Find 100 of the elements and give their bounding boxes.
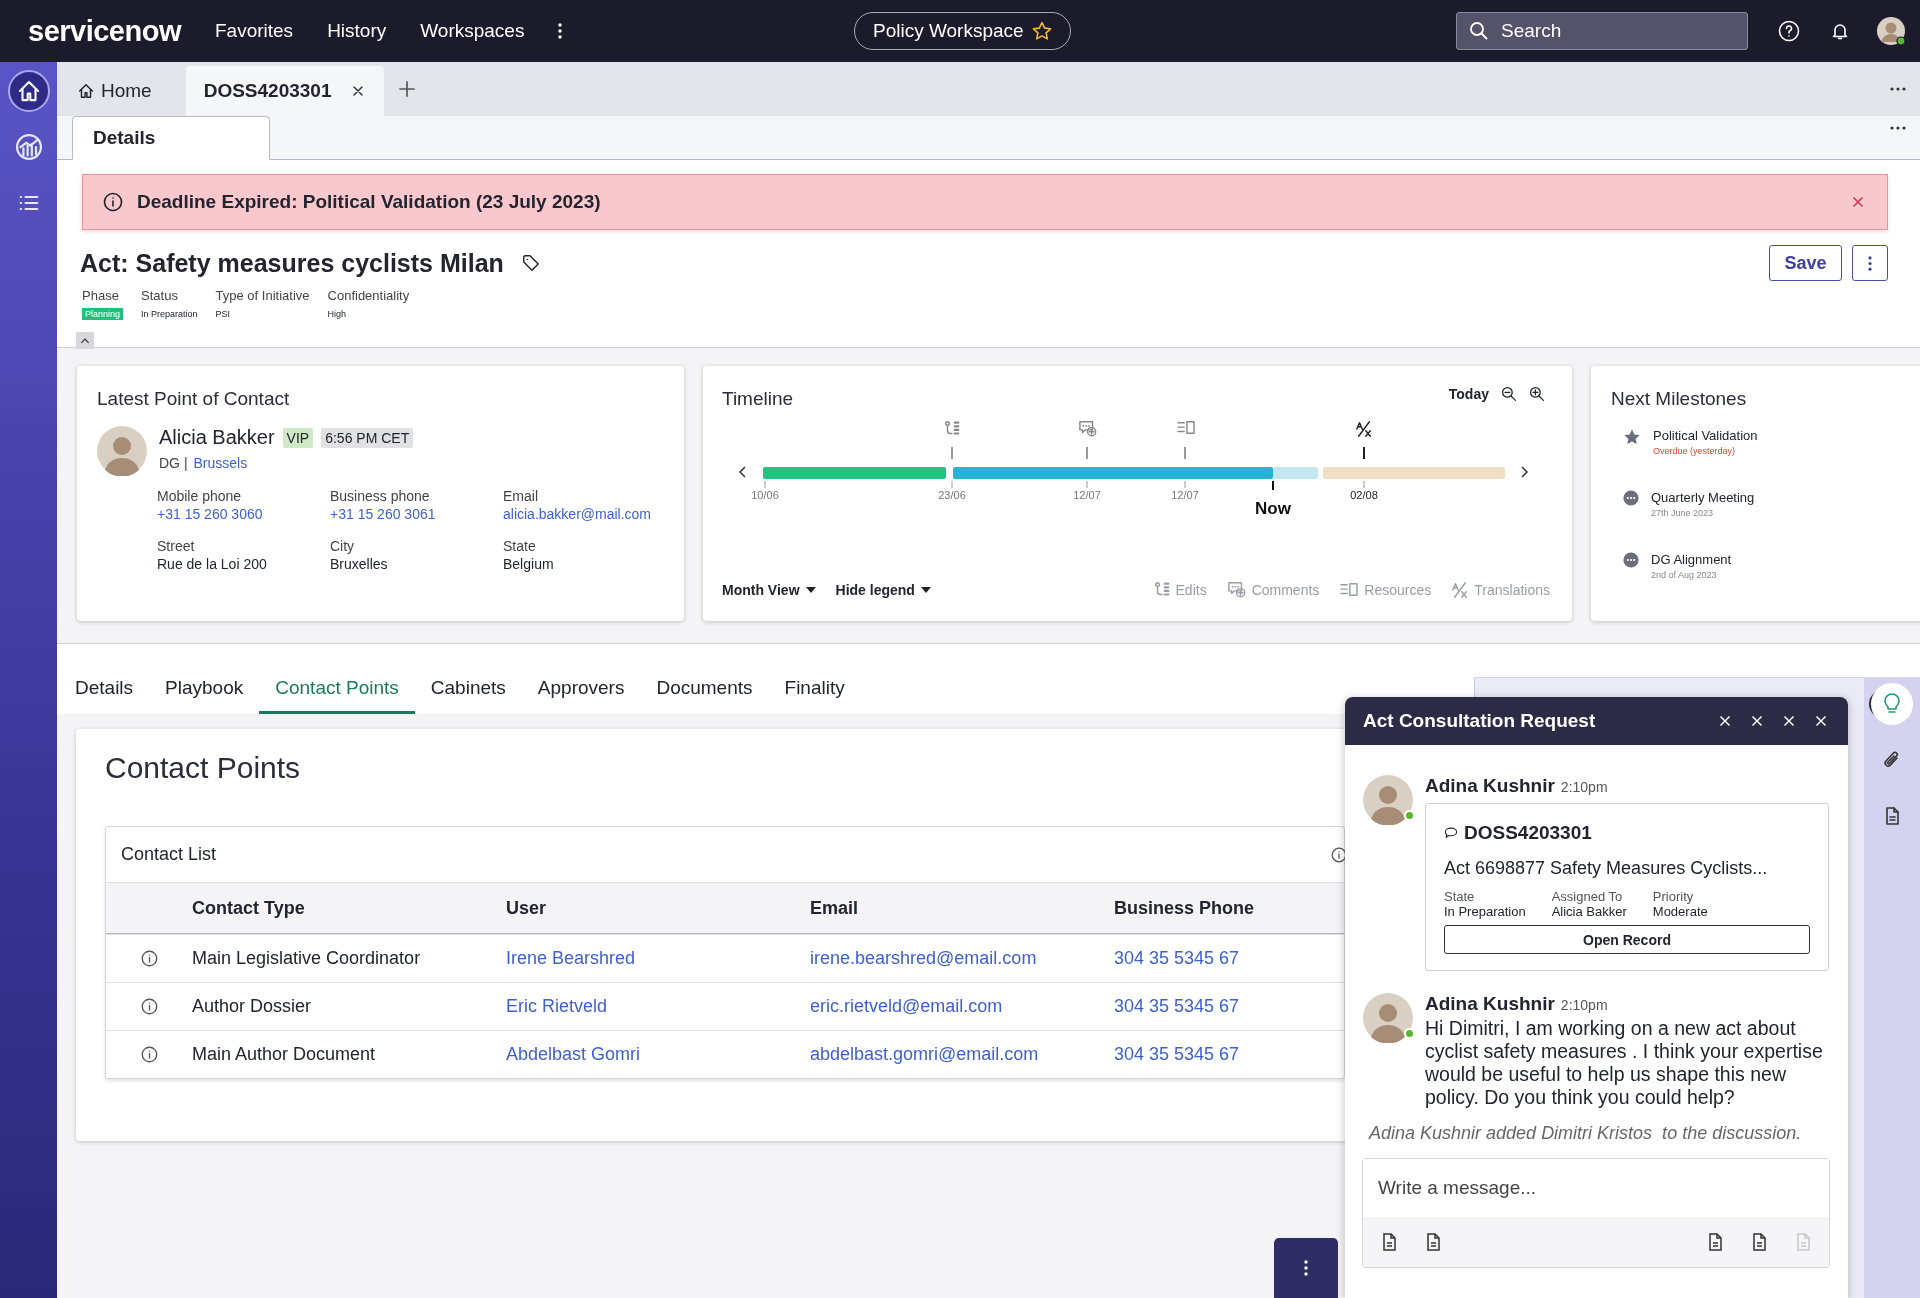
logo[interactable]: servicenow <box>28 14 181 48</box>
phone-link[interactable]: 304 35 5345 67 <box>1104 996 1344 1017</box>
card-title: Latest Point of Contact <box>97 388 290 409</box>
milestone-name[interactable]: Political Validation <box>1653 428 1758 443</box>
open-record-button[interactable]: Open Record <box>1444 925 1810 954</box>
tab[interactable]: Details <box>72 116 270 160</box>
event-icon <box>945 421 959 434</box>
user-avatar[interactable] <box>1876 16 1906 46</box>
kebab-icon <box>1868 255 1872 271</box>
nav-link[interactable]: Workspaces <box>420 20 525 42</box>
info-icon[interactable] <box>140 950 158 967</box>
previous-icon[interactable] <box>738 466 746 478</box>
home-icon <box>77 82 95 100</box>
event-icon <box>1079 421 1096 436</box>
tab[interactable]: DOSS4203301 <box>185 66 384 116</box>
event-marker <box>1086 446 1088 460</box>
milestone-date: Overdue (yesterday) <box>1653 446 1737 456</box>
tab[interactable]: Home <box>57 66 172 116</box>
field-label: Assigned To <box>1551 889 1624 904</box>
field-label: City <box>330 538 356 554</box>
field-label: Phase <box>82 288 120 303</box>
legend-toggle[interactable]: Hide legend <box>835 582 931 598</box>
more-icon <box>1623 490 1639 506</box>
tab[interactable]: Approvers <box>521 677 641 714</box>
legend-icon <box>1226 581 1247 599</box>
help-icon[interactable] <box>1778 20 1800 42</box>
caret-icon <box>920 586 931 594</box>
event-marker <box>1184 446 1186 460</box>
lightbulb-icon <box>1882 693 1902 715</box>
today-button[interactable]: Today <box>1448 386 1489 402</box>
info-icon[interactable] <box>140 998 158 1015</box>
user-link[interactable]: Irene Bearshred <box>496 948 800 969</box>
more-menu-button[interactable] <box>558 23 563 39</box>
more-button[interactable] <box>1890 87 1906 91</box>
avatar <box>97 426 147 476</box>
phone-link[interactable]: 304 35 5345 67 <box>1104 1044 1344 1065</box>
sidebar-button[interactable] <box>7 70 50 112</box>
tick-mark <box>764 480 766 489</box>
search-input[interactable]: Search <box>1499 19 1729 43</box>
search-field[interactable]: Search <box>1456 12 1748 50</box>
message-composer[interactable]: Write a message... <box>1362 1158 1830 1268</box>
event-icon <box>1356 421 1371 437</box>
search-icon <box>1469 21 1489 41</box>
contact-link[interactable]: +31 15 260 3061 <box>330 506 503 522</box>
contact-link[interactable]: +31 15 260 3060 <box>157 506 330 522</box>
tab[interactable]: Documents <box>640 677 769 714</box>
zoom-out-icon[interactable] <box>1501 386 1517 402</box>
tab[interactable]: Cabinets <box>414 677 522 714</box>
zoom-in-icon[interactable] <box>1529 386 1545 402</box>
contact-link[interactable]: alicia.bakker@mail.com <box>503 506 683 522</box>
location-link[interactable]: Brussels <box>193 455 248 471</box>
more-button[interactable] <box>1852 245 1888 281</box>
table-cell-text: Author Dossier <box>192 996 313 1017</box>
more-button[interactable] <box>1890 125 1906 130</box>
view-dropdown[interactable]: Month View <box>722 582 816 598</box>
tab[interactable]: Details <box>59 677 150 714</box>
email-link[interactable]: eric.rietveld@email.com <box>800 996 1104 1017</box>
collapse-button[interactable] <box>76 332 94 349</box>
phase-badge: Planning <box>82 308 124 320</box>
system-note: Adina Kushnir added Dimitri Kristos to the discussion. <box>1367 1123 1803 1144</box>
save-button[interactable]: Save <box>1769 245 1842 281</box>
field-value: Moderate <box>1652 904 1708 919</box>
now-label: Now <box>1255 499 1291 518</box>
milestone-name[interactable]: Quarterly Meeting <box>1651 490 1755 505</box>
field-label: State <box>1444 889 1476 904</box>
legend-label: Edits <box>1175 582 1207 598</box>
avatar <box>1363 775 1413 825</box>
field-label: Business phone <box>330 488 431 504</box>
tab[interactable]: Finality <box>768 677 861 714</box>
field-value: Bruxelles <box>330 556 389 572</box>
milestone-name[interactable]: DG Alignment <box>1651 552 1732 567</box>
bell-icon[interactable] <box>1830 21 1850 41</box>
user-link[interactable]: Eric Rietveld <box>496 996 800 1017</box>
date-label: 23/06 <box>938 489 966 501</box>
email-link[interactable]: irene.bearshred@email.com <box>800 948 1104 969</box>
next-icon[interactable] <box>1521 466 1529 478</box>
legend-label: Translations <box>1474 582 1550 598</box>
event-icon <box>1178 421 1194 434</box>
field-label: State <box>503 538 537 554</box>
ellipsis-icon <box>1890 125 1906 130</box>
author-name: Adina Kushnir <box>1425 775 1555 797</box>
tab[interactable]: Playbook <box>149 677 260 714</box>
event-marker <box>1363 446 1365 460</box>
message-text: Hi Dimitri, I am working on a new act about cyclist safety measures . I think your expertise would be useful to help us shape this new policy. Do you think you could help? <box>1425 1017 1824 1109</box>
department: DG | <box>159 455 188 471</box>
info-icon[interactable] <box>140 1046 158 1063</box>
field-label: Confidentiality <box>327 288 410 303</box>
email-link[interactable]: abdelbast.gomri@email.com <box>800 1044 1104 1065</box>
field-value: Alicia Bakker <box>1551 904 1627 919</box>
field-value: In Preparation <box>1444 904 1526 919</box>
nav-link[interactable]: Favorites <box>215 20 294 42</box>
event-marker <box>951 446 953 460</box>
phone-link[interactable]: 304 35 5345 67 <box>1104 948 1344 969</box>
field-label: Street <box>157 538 196 554</box>
author-name: Adina Kushnir <box>1425 993 1555 1015</box>
info-icon[interactable] <box>1331 846 1347 863</box>
card-title: Timeline <box>722 388 794 410</box>
nav-link[interactable]: History <box>327 20 387 42</box>
tag-icon[interactable] <box>521 254 540 272</box>
user-link[interactable]: Abdelbast Gomri <box>496 1044 800 1065</box>
